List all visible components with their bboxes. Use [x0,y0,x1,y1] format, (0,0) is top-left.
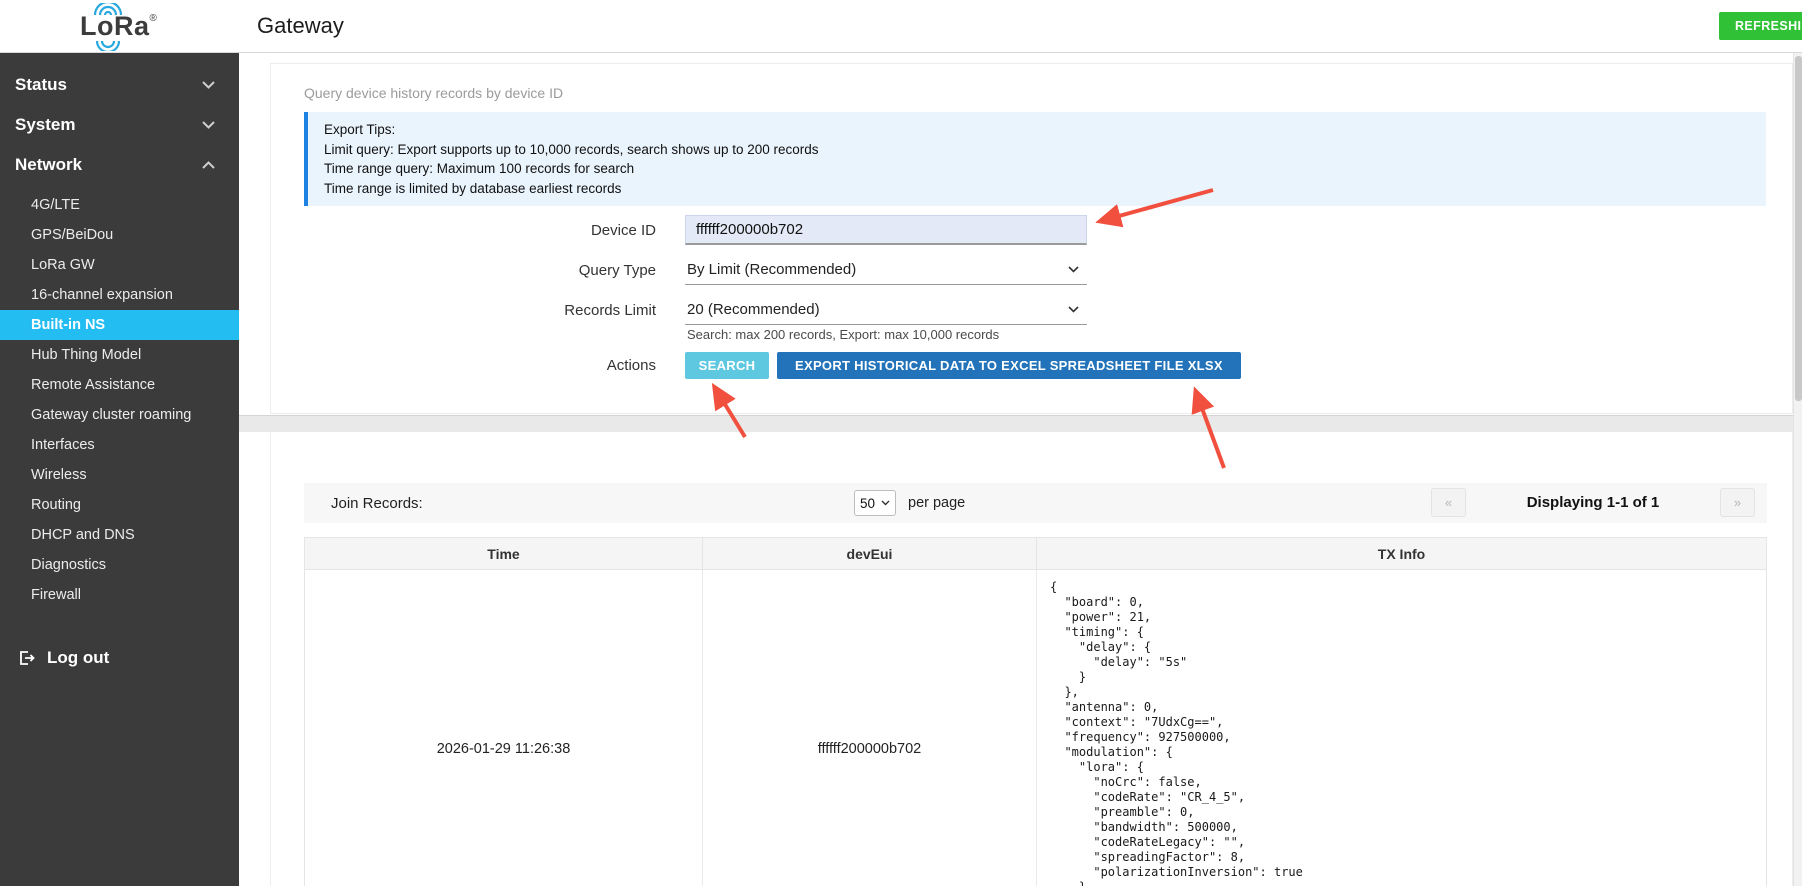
query-panel: Query device history records by device I… [270,63,1793,414]
lora-logo: LoRa® [80,3,190,51]
join-records-label: Join Records: [331,495,423,512]
sidebar-section-network[interactable]: Network [0,145,239,185]
chevron-up-icon [202,161,215,169]
per-page-value: 50 [860,496,875,511]
sidebar-section-status[interactable]: Status [0,65,239,105]
sidebar-section-system[interactable]: System [0,105,239,145]
chevron-down-icon [1068,306,1079,313]
vertical-scrollbar[interactable] [1793,53,1802,886]
device-id-label: Device ID [304,222,656,239]
query-panel-title: Query device history records by device I… [304,85,1792,101]
export-tips-line: Time range query: Maximum 100 records fo… [324,159,1750,179]
records-table: Time devEui TX Info 2026-01-29 11:26:38 … [304,537,1767,886]
records-limit-label: Records Limit [304,302,656,319]
cell-time: 2026-01-29 11:26:38 [305,570,703,886]
search-button[interactable]: SEARCH [685,352,769,379]
sidebar-item-diagnostics[interactable]: Diagnostics [0,550,239,580]
export-tips-box: Export Tips: Limit query: Export support… [304,112,1766,206]
records-limit-select[interactable]: 20 (Recommended) [685,295,1087,325]
scrollbar-thumb[interactable] [1795,56,1802,401]
cell-tx-info: { "board": 0, "power": 21, "timing": { "… [1037,570,1766,886]
records-toolbar: Join Records: 50 per page « Displaying 1… [304,483,1767,523]
records-limit-hint: Search: max 200 records, Export: max 10,… [687,327,1792,343]
sidebar-item-gps-beidou[interactable]: GPS/BeiDou [0,220,239,250]
chevron-down-icon [881,500,890,506]
chevron-down-icon [202,121,215,129]
chevron-down-icon [1068,266,1079,273]
export-tips-line: Limit query: Export supports up to 10,00… [324,140,1750,160]
registered-mark: ® [150,13,158,24]
actions-label: Actions [304,357,656,374]
query-type-label: Query Type [304,262,656,279]
table-header-tx-info: TX Info [1037,538,1766,569]
chevron-down-icon [202,81,215,89]
export-button[interactable]: EXPORT HISTORICAL DATA TO EXCEL SPREADSH… [777,352,1241,379]
sidebar-item-dhcp-and-dns[interactable]: DHCP and DNS [0,520,239,550]
logout-label: Log out [47,648,109,668]
sidebar-item-routing[interactable]: Routing [0,490,239,520]
cell-deveui: ffffff200000b702 [703,570,1037,886]
sidebar-section-label: Network [15,155,82,175]
sidebar-item-4g-lte[interactable]: 4G/LTE [0,190,239,220]
table-header-deveui: devEui [703,538,1037,569]
table-header-time: Time [305,538,703,569]
sidebar-item-16-channel-expansion[interactable]: 16-channel expansion [0,280,239,310]
sidebar: Status System Network 4G/LTE GPS/BeiDou … [0,53,239,886]
query-form: Device ID Query Type By Limit (Recommend… [271,215,1792,379]
sidebar-item-gateway-cluster-roaming[interactable]: Gateway cluster roaming [0,400,239,430]
table-row: 2026-01-29 11:26:38 ffffff200000b702 { "… [305,570,1766,886]
sidebar-item-firewall[interactable]: Firewall [0,580,239,610]
pagination-status: Displaying 1-1 of 1 [1493,494,1693,511]
sidebar-section-label: Status [15,75,67,95]
sidebar-item-wireless[interactable]: Wireless [0,460,239,490]
panel-divider [239,415,1802,432]
per-page-select[interactable]: 50 [854,490,896,516]
tx-info-json: { "board": 0, "power": 21, "timing": { "… [1050,580,1766,886]
records-limit-value: 20 (Recommended) [687,301,820,318]
device-id-input[interactable] [685,215,1087,245]
refresh-button[interactable]: REFRESHING [1719,12,1802,40]
logout-button[interactable]: Log out [0,640,239,676]
export-tips-line: Time range is limited by database earlie… [324,179,1750,199]
query-type-select[interactable]: By Limit (Recommended) [685,255,1087,285]
sidebar-item-interfaces[interactable]: Interfaces [0,430,239,460]
lora-logo-arcs-bottom-icon [95,41,121,51]
table-header-row: Time devEui TX Info [305,538,1766,570]
logout-icon [16,648,36,668]
network-submenu: 4G/LTE GPS/BeiDou LoRa GW 16-channel exp… [0,185,239,610]
sidebar-item-remote-assistance[interactable]: Remote Assistance [0,370,239,400]
page-title: Gateway [257,13,344,39]
top-header: LoRa® Gateway REFRESHING [0,0,1802,53]
per-page-suffix-label: per page [908,495,965,511]
records-panel: Join Records: 50 per page « Displaying 1… [270,432,1793,886]
pagination-next-button[interactable]: » [1720,488,1755,517]
sidebar-item-lora-gw[interactable]: LoRa GW [0,250,239,280]
pagination-prev-button[interactable]: « [1431,488,1466,517]
query-type-value: By Limit (Recommended) [687,261,856,278]
export-tips-line: Export Tips: [324,120,1750,140]
sidebar-item-hub-thing-model[interactable]: Hub Thing Model [0,340,239,370]
sidebar-section-label: System [15,115,75,135]
lora-logo-text: LoRa® [80,11,157,42]
sidebar-item-built-in-ns[interactable]: Built-in NS [0,310,239,340]
